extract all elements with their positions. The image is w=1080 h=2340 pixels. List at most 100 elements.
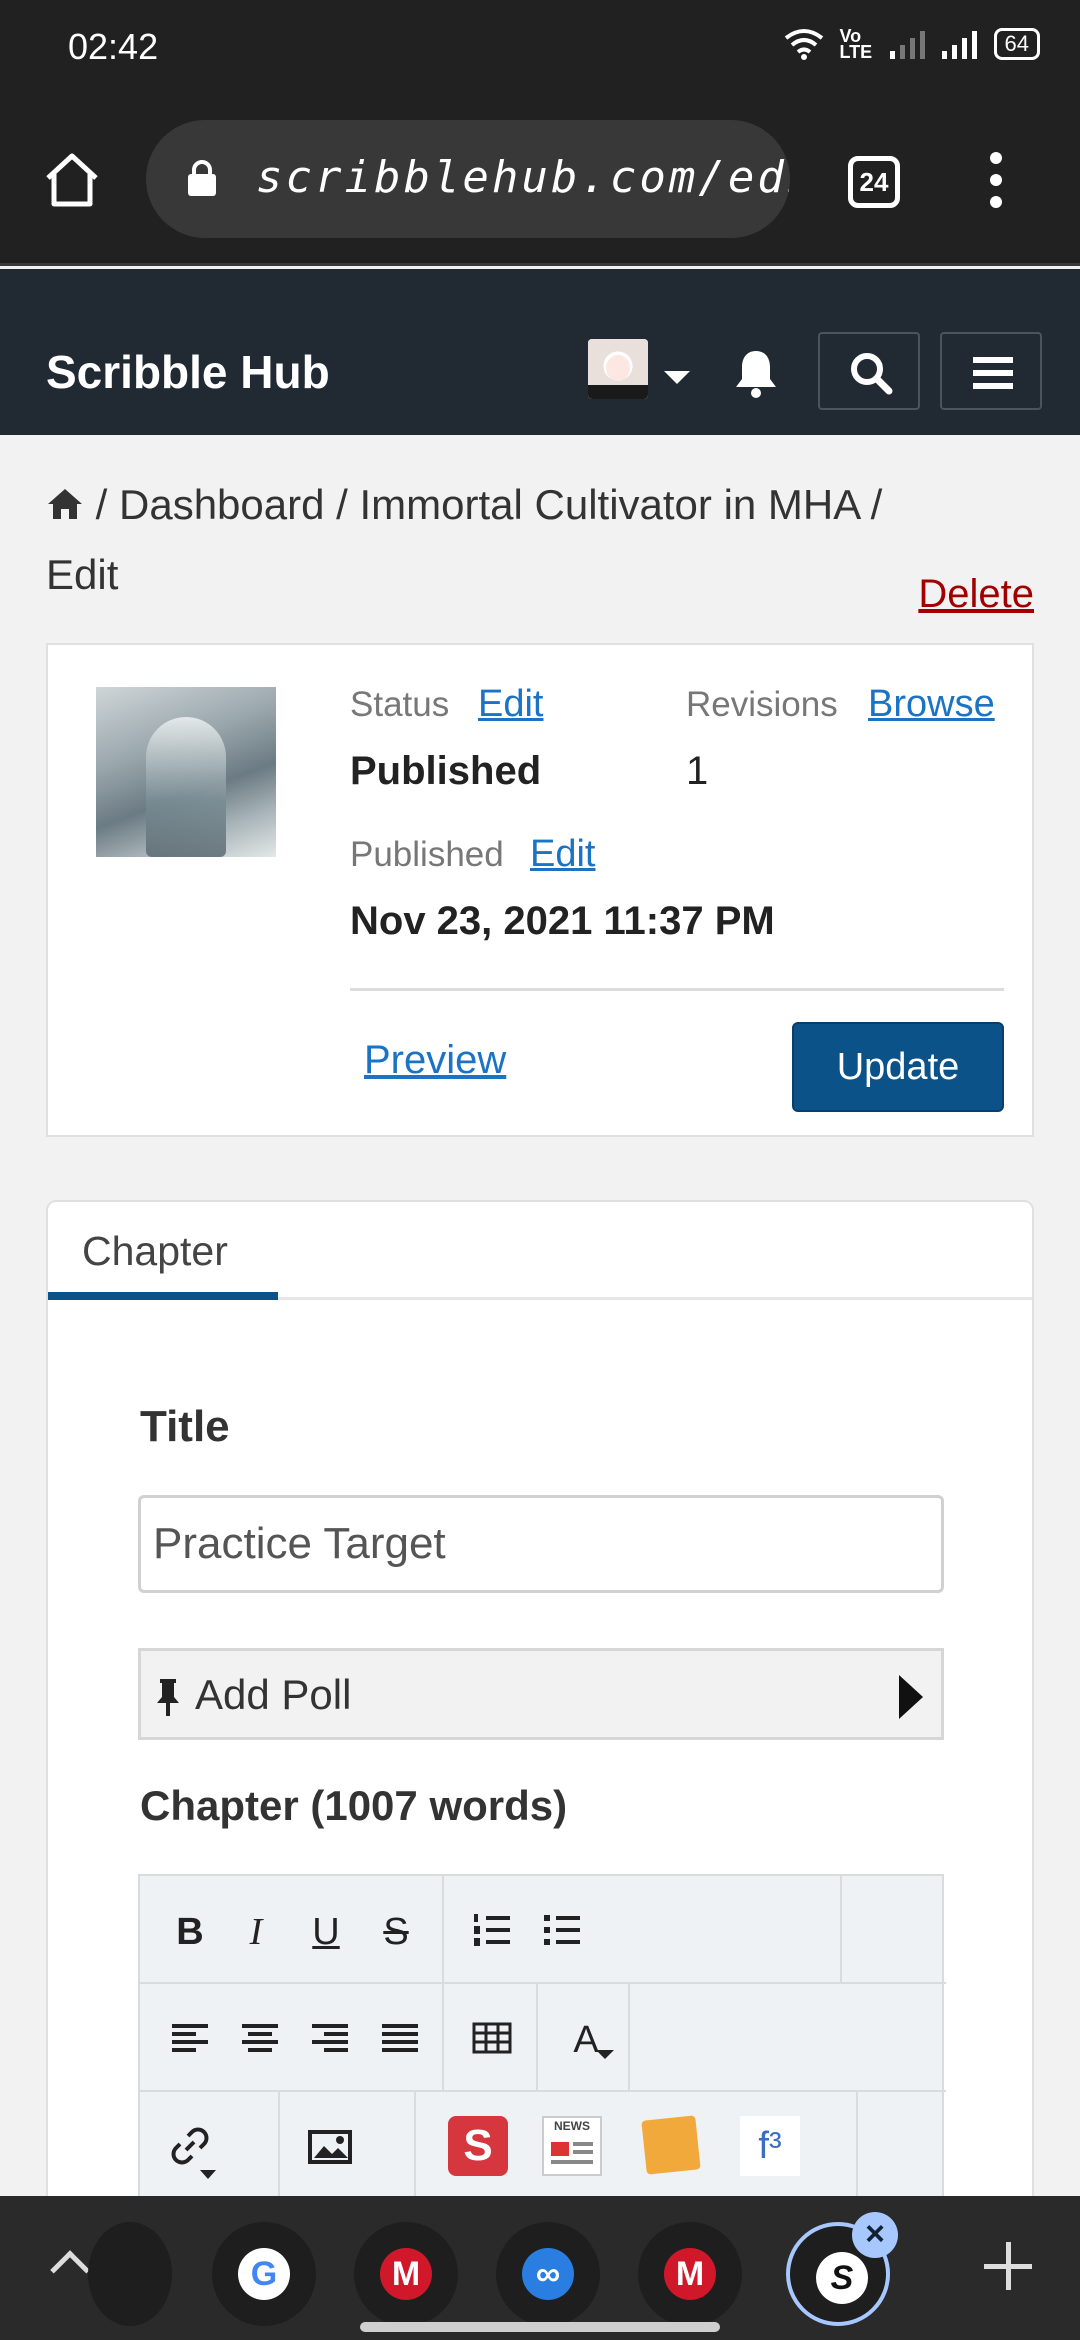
wifi-icon (784, 29, 823, 60)
title-input[interactable] (138, 1495, 944, 1593)
bold-button[interactable]: B (164, 1906, 216, 1958)
formula-button[interactable]: f³ (740, 2116, 800, 2176)
title-label: Title (140, 1402, 230, 1451)
revisions-browse-link[interactable]: Browse (868, 683, 995, 726)
add-poll-toggle[interactable]: Add Poll (138, 1648, 944, 1740)
link-icon (171, 2127, 209, 2165)
revisions-count: 1 (686, 749, 709, 793)
publish-panel: Status Edit Published Revisions Browse 1… (46, 643, 1034, 1137)
caret-right-icon (899, 1675, 923, 1719)
strikethrough-button[interactable]: S (370, 1906, 422, 1958)
table-icon (472, 2022, 512, 2054)
search-button[interactable] (818, 332, 920, 410)
stamp-plugin-button[interactable]: S (448, 2116, 508, 2176)
delete-link[interactable]: Delete (918, 572, 1034, 617)
add-poll-label: Add Poll (195, 1671, 352, 1718)
home-icon[interactable] (40, 148, 104, 212)
status-bar: 02:42 Vo LTE 64 (0, 0, 1080, 100)
sticky-note-button[interactable] (641, 2115, 701, 2175)
published-date: Nov 23, 2021 11:37 PM (350, 899, 775, 943)
signal-weak-icon (889, 31, 925, 59)
bell-icon[interactable] (732, 347, 780, 399)
toolbar-row: B I U S (140, 1876, 946, 1984)
chapter-word-count: Chapter (1007 words) (140, 1782, 568, 1829)
lock-icon (188, 160, 216, 196)
toolbar-separator (628, 1984, 630, 2092)
align-center-icon (242, 2024, 278, 2052)
news-icon (551, 2142, 593, 2164)
align-center-button[interactable] (234, 2014, 286, 2066)
chevron-down-icon (596, 2050, 614, 2059)
chevron-down-icon (200, 2170, 216, 2179)
tab-thumbnail[interactable]: G (212, 2222, 316, 2326)
italic-button[interactable]: I (230, 1906, 282, 1958)
published-label: Published (350, 835, 504, 874)
hamburger-icon (973, 357, 1013, 389)
avatar[interactable] (588, 339, 648, 399)
table-button[interactable] (466, 2014, 518, 2066)
toolbar-separator (442, 1876, 444, 1984)
ordered-list-icon (474, 1914, 510, 1946)
image-icon (308, 2130, 352, 2164)
editor-toolbar: B I U S A S NEWS f³ (138, 1874, 946, 2204)
breadcrumb-series[interactable]: / Immortal Cultivator in MHA (336, 481, 859, 528)
new-tab-icon[interactable] (984, 2242, 1032, 2290)
bullet-list-button[interactable] (536, 1906, 588, 1958)
chevron-down-icon[interactable] (664, 371, 690, 384)
toolbar-separator (840, 1876, 842, 1984)
volte-indicator: Vo LTE (839, 26, 873, 62)
divider (350, 988, 1004, 991)
underline-button[interactable]: U (300, 1906, 352, 1958)
pin-icon (157, 1679, 179, 1716)
home-icon[interactable] (46, 487, 84, 521)
search-icon (851, 353, 893, 395)
align-left-icon (172, 2024, 208, 2052)
status-time: 02:42 (68, 26, 159, 67)
site-header: Scribble Hub (0, 269, 1080, 435)
update-button[interactable]: Update (792, 1022, 1004, 1112)
align-justify-icon (382, 2024, 418, 2052)
close-icon[interactable]: × (852, 2212, 898, 2258)
toolbar-separator (856, 2092, 858, 2200)
status-label: Status (350, 685, 450, 724)
editor-card: Chapter Title Add Poll Chapter (1007 wor… (46, 1200, 1034, 2204)
tab-strip: Chapter (48, 1202, 1032, 1300)
tab-thumbnail[interactable] (88, 2222, 172, 2326)
menu-button[interactable] (940, 332, 1042, 410)
tab-thumbnail[interactable]: M (638, 2222, 742, 2326)
site-logo[interactable]: Scribble Hub (46, 345, 330, 399)
toolbar-separator (536, 1984, 538, 2092)
battery-icon: 64 (993, 28, 1040, 60)
news-label: NEWS (554, 2119, 590, 2133)
browser-menu-icon[interactable] (984, 152, 1008, 212)
toolbar-separator (414, 2092, 416, 2200)
bottom-tab-bar: G M ∞ M S (0, 2196, 1080, 2340)
link-button[interactable] (164, 2122, 216, 2174)
tab-chapter-label: Chapter (82, 1228, 228, 1274)
status-edit-link[interactable]: Edit (478, 683, 543, 726)
tab-thumbnail[interactable]: ∞ (496, 2222, 600, 2326)
tab-chapter[interactable]: Chapter (48, 1202, 278, 1300)
status-value: Published (350, 749, 542, 793)
status-icons: Vo LTE 64 (784, 26, 1040, 62)
chevron-up-icon[interactable] (50, 2250, 90, 2290)
news-plugin-button[interactable]: NEWS (542, 2116, 602, 2176)
url-bar[interactable]: scribblehub.com/editche (146, 120, 790, 238)
tab-switcher-button[interactable]: 24 (848, 156, 900, 208)
align-right-button[interactable] (304, 2014, 356, 2066)
published-edit-link[interactable]: Edit (530, 833, 595, 876)
gesture-bar (360, 2322, 720, 2332)
revisions-label: Revisions (686, 685, 838, 724)
ordered-list-button[interactable] (466, 1906, 518, 1958)
align-left-button[interactable] (164, 2014, 216, 2066)
image-button[interactable] (304, 2122, 356, 2174)
toolbar-row: S NEWS f³ (140, 2092, 946, 2200)
breadcrumb: / Dashboard / Immortal Cultivator in MHA… (46, 470, 946, 610)
tab-thumbnail[interactable]: M (354, 2222, 458, 2326)
preview-link[interactable]: Preview (364, 1038, 506, 1083)
align-justify-button[interactable] (374, 2014, 426, 2066)
toolbar-row: A (140, 1984, 946, 2092)
signal-strong-icon (941, 31, 977, 59)
bullet-list-icon (544, 1915, 580, 1945)
breadcrumb-dashboard[interactable]: / Dashboard (96, 481, 325, 528)
